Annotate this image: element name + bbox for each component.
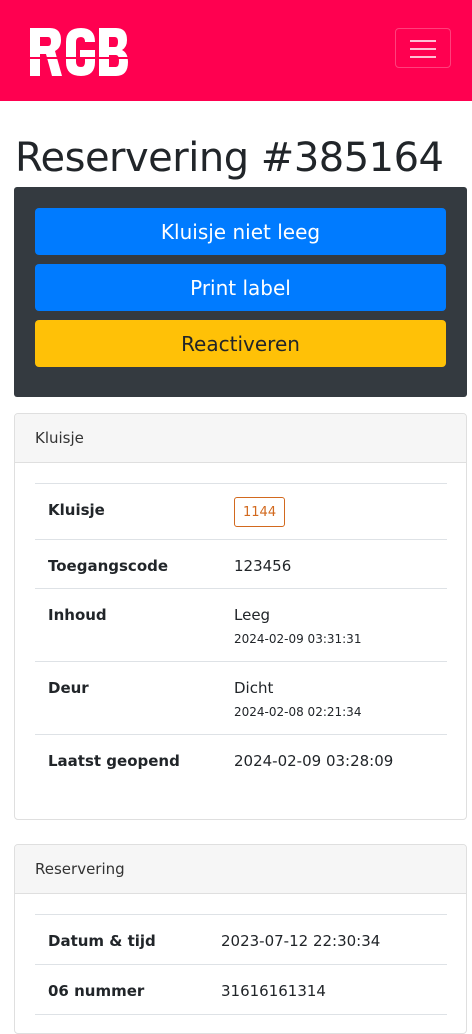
row-label: Deur — [48, 679, 89, 697]
locker-not-empty-button[interactable]: Kluisje niet leeg — [35, 208, 446, 255]
row-label: Laatst geopend — [48, 752, 180, 770]
locker-card-header: Kluisje — [15, 414, 466, 463]
row-label: 06 nummer — [48, 982, 145, 1000]
reservation-card: Reservering Datum & tijd 2023-07-12 22:3… — [14, 844, 467, 1034]
hamburger-line — [410, 56, 436, 58]
print-label-button[interactable]: Print label — [35, 264, 446, 311]
table-row: Toegangscode 123456 — [35, 539, 447, 588]
reservation-card-header: Reservering — [15, 845, 466, 894]
content-status-value: Leeg — [234, 606, 271, 624]
hamburger-menu-icon[interactable] — [395, 28, 451, 68]
rgb-logo[interactable] — [30, 28, 128, 76]
reactivate-button[interactable]: Reactiveren — [35, 320, 446, 367]
last-opened-value: 2024-02-09 03:28:09 — [234, 752, 394, 770]
table-row: Deur Dicht 2024-02-08 02:21:34 — [35, 661, 447, 734]
row-label: Inhoud — [48, 606, 107, 624]
table-row: Datum & tijd 2023-07-12 22:30:34 — [35, 914, 447, 964]
hamburger-line — [410, 40, 436, 42]
row-label: Toegangscode — [48, 557, 169, 575]
row-label: Datum & tijd — [48, 932, 156, 950]
access-code-value: 123456 — [234, 557, 292, 575]
locker-number-badge[interactable]: 1144 — [234, 497, 286, 527]
table-row: Kluisje 1144 — [35, 483, 447, 539]
reservation-datetime-value: 2023-07-12 22:30:34 — [221, 932, 381, 950]
row-label: Kluisje — [48, 501, 105, 519]
locker-card: Kluisje Kluisje 1144 Toegangscode 123456… — [14, 413, 467, 820]
action-panel: Kluisje niet leeg Print label Reactivere… — [14, 187, 467, 397]
content-status-timestamp: 2024-02-09 03:31:31 — [234, 632, 362, 646]
hamburger-line — [410, 48, 436, 50]
table-row: 06 nummer 31616161314 — [35, 964, 447, 1014]
phone-number-value: 31616161314 — [221, 982, 326, 1000]
table-row: Laatst geopend 2024-02-09 03:28:09 — [35, 734, 447, 784]
table-row: Inhoud Leeg 2024-02-09 03:31:31 — [35, 588, 447, 661]
navbar — [0, 0, 472, 101]
page-title: Reservering #385164 — [15, 135, 444, 181]
door-status-timestamp: 2024-02-08 02:21:34 — [234, 705, 362, 719]
door-status-value: Dicht — [234, 679, 274, 697]
